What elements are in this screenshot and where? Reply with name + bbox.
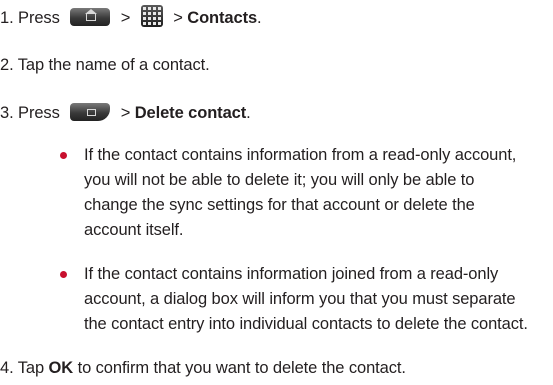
step-2-text: 2. Tap the name of a contact. xyxy=(0,56,210,74)
bullet-marker xyxy=(60,152,67,159)
menu-key-icon xyxy=(70,102,111,121)
bullet-1-line-1: If the contact contains information from… xyxy=(84,146,517,164)
step-3-separator: > xyxy=(120,104,131,122)
step-3-target: Delete contact xyxy=(134,104,247,122)
step-1-prefix: 1. Press xyxy=(0,9,60,27)
step-1-target: Contacts xyxy=(187,9,258,27)
home-key-icon xyxy=(70,7,111,26)
step-3-end: . xyxy=(246,104,251,122)
step-2: 2. Tap the name of a contact. xyxy=(0,54,210,76)
apps-grid-icon xyxy=(140,4,163,27)
bullet-2-line-2: account, a dialog box will inform you th… xyxy=(84,290,516,308)
step-4-suffix: to confirm that you want to delete the c… xyxy=(77,359,406,377)
bullet-2-line-1: If the contact contains information join… xyxy=(84,265,499,283)
step-3: 3. Press > Delete contact. xyxy=(0,102,251,124)
step-1-end: . xyxy=(257,9,262,27)
bullet-1-line-2: you will not be able to delete it; you w… xyxy=(84,171,475,189)
step-4-ok: OK xyxy=(48,359,74,377)
bullet-1-line-4: account itself. xyxy=(84,221,184,239)
step-1-separator-2: > xyxy=(173,9,183,27)
step-3-prefix: 3. Press xyxy=(0,104,60,122)
bullet-marker xyxy=(60,271,67,278)
step-1-separator-1: > xyxy=(120,9,131,27)
step-4-prefix: 4. Tap xyxy=(0,359,45,377)
step-4: 4. Tap OK to confirm that you want to de… xyxy=(0,357,406,379)
step-1: 1. Press > > Contacts. xyxy=(0,4,262,30)
bullet-2-line-3: the contact entry into individual contac… xyxy=(84,315,528,333)
bullet-1-line-3: change the sync settings for that accoun… xyxy=(84,196,475,214)
